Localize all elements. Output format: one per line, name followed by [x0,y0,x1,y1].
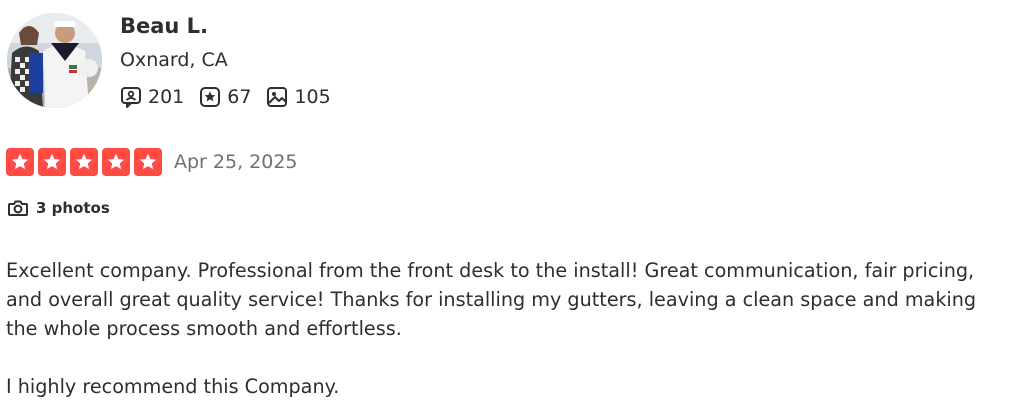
photo-count: 105 [294,86,331,108]
rating-star-icon [102,148,130,176]
friend-count-stat: 67 [199,86,251,108]
photo-count-stat: 105 [266,86,331,108]
user-location: Oxnard, CA [120,49,228,71]
image-icon [266,86,288,108]
user-name[interactable]: Beau L. [120,14,208,38]
review-paragraph: I highly recommend this Company. [6,375,340,398]
rating-star-icon [6,148,34,176]
user-stats: 201 67 105 [120,84,346,110]
review-photos-link[interactable]: 3 photos [7,197,110,219]
rating-star-icon [134,148,162,176]
camera-icon [7,197,29,219]
friend-count: 67 [227,86,252,108]
star-badge-icon [199,86,221,108]
review-date: Apr 25, 2025 [174,151,298,173]
photos-count-label: 3 photos [36,199,110,217]
review-count: 201 [148,86,185,108]
review-count-stat: 201 [120,86,184,108]
rating-star-icon [38,148,66,176]
review-paragraph: Excellent company. Professional from the… [6,259,977,340]
review-body: Excellent company. Professional from the… [6,256,1001,401]
user-avatar[interactable] [7,13,102,108]
rating-star-icon [70,148,98,176]
review-bubble-icon [120,86,142,108]
star-rating: Apr 25, 2025 [6,148,298,176]
